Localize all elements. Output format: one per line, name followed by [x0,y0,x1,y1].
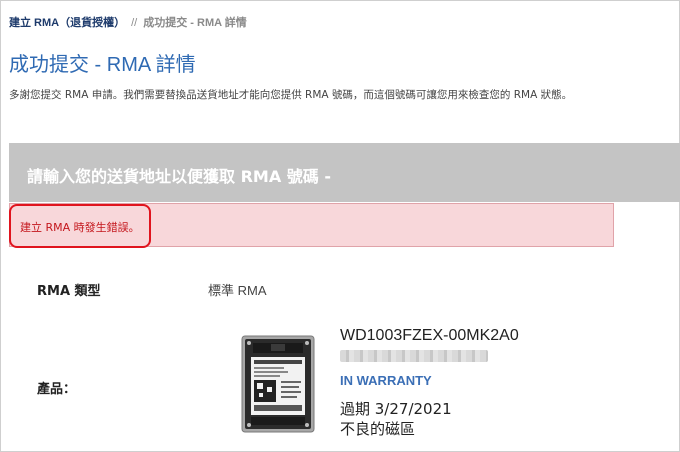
breadcrumb-current: 成功提交 - RMA 詳情 [143,17,247,29]
breadcrumb-separator: // [131,17,138,29]
hard-drive-icon [241,335,315,433]
hard-drive-image [241,335,315,433]
warranty-status: IN WARRANTY [340,373,432,388]
breadcrumb-create-rma-link[interactable]: 建立 RMA（退貨授權） [9,17,125,29]
warranty-expiry: 過期 3/27/2021 [340,400,452,418]
address-prompt-text: 請輸入您的送貨地址以便獲取 RMA 號碼 - [27,167,331,186]
serial-number-redacted [340,350,488,362]
product-issue: 不良的磁區 [340,420,416,438]
rma-type-value: 標準 RMA [208,283,267,298]
page-title: 成功提交 - RMA 詳情 [9,54,196,76]
breadcrumb: 建立 RMA（退貨授權） // 成功提交 - RMA 詳情 [9,14,247,30]
rma-type-label: RMA 類型 [37,284,101,299]
product-label: 產品： [37,382,77,397]
error-message: 建立 RMA 時發生錯誤。 [20,221,140,234]
product-model: WD1003FZEX-00MK2A0 [340,327,519,344]
intro-text: 多謝您提交 RMA 申請。我們需要替換品送貨地址才能向您提供 RMA 號碼，而這… [9,89,573,101]
address-prompt-banner: 請輸入您的送貨地址以便獲取 RMA 號碼 - [9,143,680,202]
